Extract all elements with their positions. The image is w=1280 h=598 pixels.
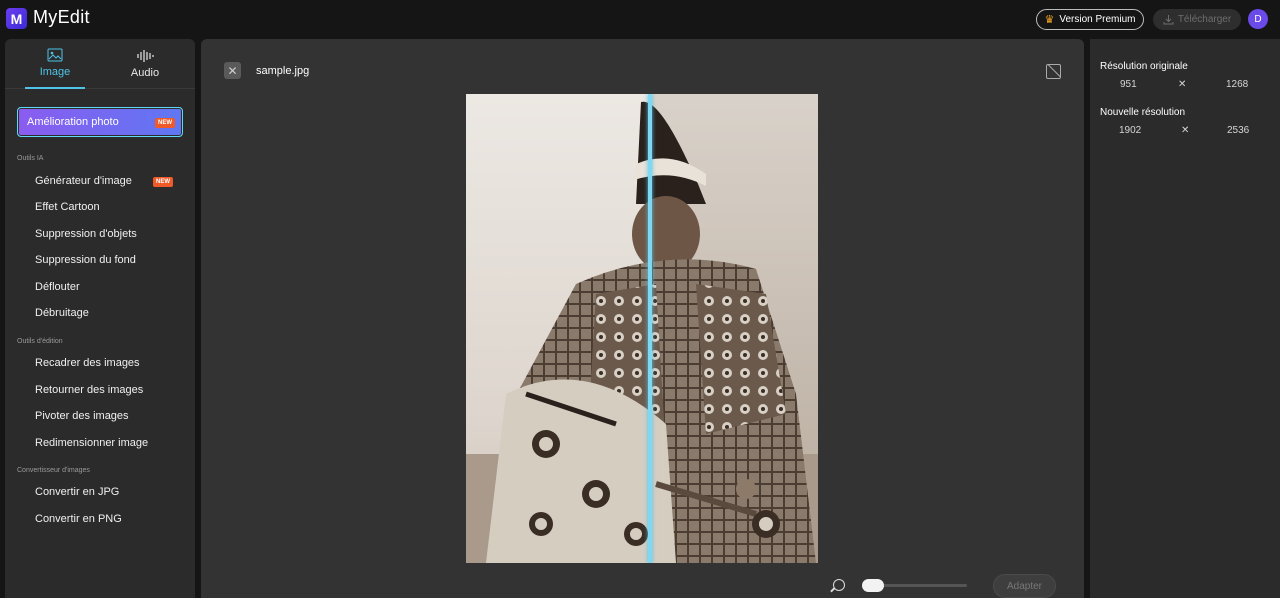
download-button[interactable]: Télécharger [1153, 9, 1241, 30]
menu-item-rotate[interactable]: Pivoter des images [35, 410, 129, 422]
menu-item-image-generator[interactable]: Générateur d'image NEW [35, 175, 173, 187]
section-title-ai-tools: Outils IA [17, 155, 44, 162]
app-name[interactable]: MyEdit [33, 7, 90, 28]
crown-icon: ♛ [1044, 14, 1055, 26]
top-bar: M MyEdit ♛ Version Premium Télécharger D [0, 0, 1280, 38]
menu-item-denoise[interactable]: Débruitage [35, 307, 89, 319]
multiply-icon: ✕ [1181, 125, 1190, 136]
menu-item-resize[interactable]: Redimensionner image [35, 437, 148, 449]
original-height: 1268 [1226, 79, 1249, 90]
premium-label: Version Premium [1059, 14, 1136, 25]
fit-button[interactable]: Adapter [993, 574, 1056, 598]
menu-item-convert-png[interactable]: Convertir en PNG [35, 513, 122, 525]
menu-item-crop[interactable]: Recadrer des images [35, 357, 140, 369]
resolution-panel: Résolution originale 951 ✕ 1268 Nouvelle… [1090, 39, 1280, 598]
comparison-split-handle[interactable] [648, 94, 652, 563]
compare-icon[interactable] [1046, 64, 1061, 79]
premium-button[interactable]: ♛ Version Premium [1036, 9, 1144, 30]
myedit-logo-icon[interactable]: M [6, 8, 27, 29]
new-resolution-label: Nouvelle résolution [1100, 107, 1186, 118]
menu-item-convert-jpg[interactable]: Convertir en JPG [35, 486, 119, 498]
new-width: 1902 [1119, 125, 1142, 136]
menu-item-unblur[interactable]: Déflouter [35, 281, 80, 293]
photo-enhance-button[interactable]: Amélioration photo NEW [17, 107, 183, 137]
original-resolution-label: Résolution originale [1100, 61, 1188, 72]
tab-audio-label: Audio [130, 67, 160, 79]
new-badge: NEW [153, 177, 173, 187]
sidebar: Image Audio Amélioration photo NEW Outil… [5, 39, 195, 598]
photo-preview[interactable] [466, 94, 818, 563]
tool-tabs: Image Audio [5, 39, 195, 89]
menu-item-label: Générateur d'image [35, 175, 132, 187]
menu-item-background-removal[interactable]: Suppression du fond [35, 254, 136, 266]
audio-wave-icon [137, 50, 154, 62]
new-badge: NEW [155, 118, 175, 128]
new-height: 2536 [1227, 125, 1250, 136]
zoom-icon[interactable] [833, 579, 845, 591]
tab-image[interactable]: Image [25, 39, 85, 89]
download-label: Télécharger [1177, 14, 1232, 25]
section-title-converter: Convertisseur d'images [17, 467, 90, 474]
menu-item-cartoon-effect[interactable]: Effet Cartoon [35, 201, 100, 213]
zoom-slider-thumb[interactable] [862, 579, 884, 592]
section-title-edit-tools: Outils d'édition [17, 338, 63, 345]
photo-enhance-label: Amélioration photo [27, 116, 119, 128]
tab-audio[interactable]: Audio [115, 39, 175, 89]
menu-item-flip[interactable]: Retourner des images [35, 384, 143, 396]
editor-canvas: ✕ sample.jpg Adapter [201, 39, 1084, 598]
tab-image-label: Image [39, 66, 71, 78]
file-name: sample.jpg [256, 65, 310, 77]
image-icon [47, 48, 63, 62]
download-icon [1163, 15, 1174, 25]
close-icon[interactable]: ✕ [224, 62, 241, 79]
avatar[interactable]: D [1248, 9, 1268, 29]
original-width: 951 [1120, 79, 1137, 90]
portrait-illustration [466, 94, 818, 563]
multiply-icon: ✕ [1178, 79, 1187, 90]
menu-item-object-removal[interactable]: Suppression d'objets [35, 228, 137, 240]
